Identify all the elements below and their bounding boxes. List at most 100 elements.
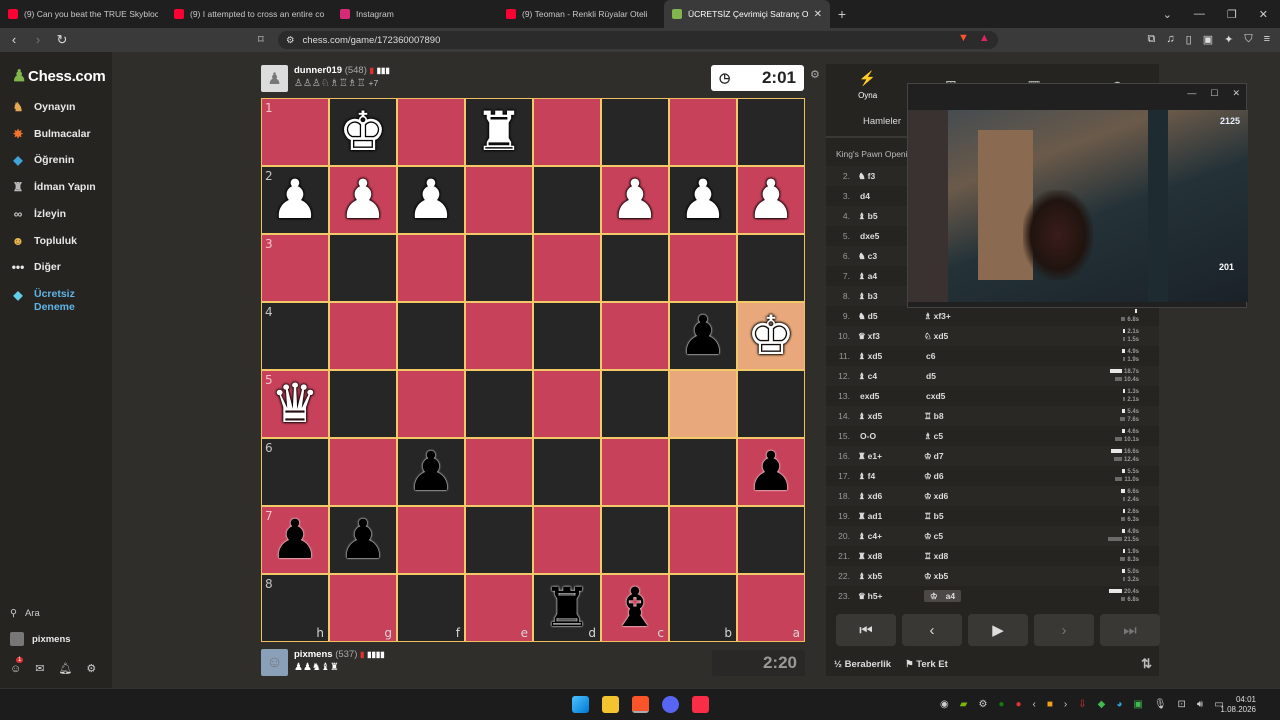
- browser-tab[interactable]: (9) I attempted to cross an entire co: [166, 0, 332, 28]
- chess-piece[interactable]: ♟: [679, 309, 727, 363]
- board-square[interactable]: [738, 235, 804, 301]
- board-square[interactable]: g: [330, 575, 396, 641]
- browser-tab[interactable]: ÜCRETSİZ Çevrimiçi Satranç Oyn ✕: [664, 0, 830, 28]
- board-square[interactable]: [330, 303, 396, 369]
- white-move[interactable]: ♜ e1+: [858, 451, 924, 462]
- network-icon[interactable]: ⊡: [1178, 699, 1186, 710]
- board-square[interactable]: [398, 235, 464, 301]
- top-player-name[interactable]: dunner019: [294, 65, 342, 76]
- microphone-icon[interactable]: 🎙︎: [1154, 699, 1167, 710]
- draw-button[interactable]: ½ Beraberlik: [834, 659, 891, 670]
- sidebar-search[interactable]: ⚲ Ara: [10, 608, 40, 619]
- reload-icon[interactable]: ↻: [52, 32, 72, 48]
- chess-piece[interactable]: ♟: [747, 173, 795, 227]
- chess-piece[interactable]: ♜: [543, 581, 591, 635]
- white-move[interactable]: ♝ xb5: [858, 571, 924, 582]
- white-move[interactable]: ♜ xd8: [858, 551, 924, 562]
- file-explorer-icon[interactable]: [602, 696, 619, 713]
- chess-piece[interactable]: ♟: [407, 445, 455, 499]
- media-icon[interactable]: ♫: [1166, 33, 1174, 46]
- minimize-icon[interactable]: —: [1187, 88, 1196, 98]
- board-square[interactable]: 4: [262, 303, 328, 369]
- brave-rewards-icon[interactable]: ▲: [979, 32, 990, 44]
- white-move[interactable]: ♞ d5: [858, 311, 924, 322]
- close-tab-icon[interactable]: ✕: [814, 9, 822, 20]
- sidebar-free-trial[interactable]: ◆ Ücretsiz Deneme: [10, 288, 74, 314]
- address-bar[interactable]: ⚙ chess.com/game/172360007890: [278, 31, 998, 49]
- chess-piece[interactable]: ♟: [679, 173, 727, 227]
- tray-app3-icon[interactable]: ◆: [1098, 699, 1106, 710]
- maximize-icon[interactable]: ☐: [1210, 88, 1218, 99]
- board-square[interactable]: [738, 371, 804, 437]
- board-square[interactable]: [602, 235, 668, 301]
- board-square[interactable]: e: [466, 575, 532, 641]
- sidebar-item-puzzles[interactable]: ✸ Bulmacalar: [10, 127, 91, 141]
- board-square[interactable]: [670, 235, 736, 301]
- sidebar-item-play[interactable]: ♞ Oynayın: [10, 100, 76, 114]
- sidebar-user[interactable]: pixmens: [10, 632, 71, 646]
- menu-icon[interactable]: ≡: [1264, 33, 1270, 46]
- white-move[interactable]: ♝ c4+: [858, 531, 924, 542]
- board-grid[interactable]: 1 ♚ ♜ 2 ♟ ♟ ♟ ♟ ♟ ♟ 3 4 ♟ ♚ 5 ♛ 6 ♟ ♟ 7 ♟ ♟ 8 h g f e d ♜ c ♝ b a: [262, 99, 804, 641]
- board-square[interactable]: [738, 507, 804, 573]
- board-square[interactable]: ♚: [738, 303, 804, 369]
- board-square[interactable]: [602, 507, 668, 573]
- chess-piece[interactable]: ♟: [611, 173, 659, 227]
- board-square[interactable]: [466, 167, 532, 233]
- board-settings-icon[interactable]: ⚙: [810, 68, 820, 81]
- black-move[interactable]: cxd5: [924, 391, 1044, 401]
- tray-download-icon[interactable]: ⇩: [1078, 699, 1086, 710]
- brave-shield-icon[interactable]: ▼: [958, 32, 969, 44]
- board-square[interactable]: ♚: [330, 99, 396, 165]
- browser-tab[interactable]: Instagram: [332, 0, 498, 28]
- board-square[interactable]: [534, 507, 600, 573]
- white-move[interactable]: ♜ ad1: [858, 511, 924, 522]
- volume-icon[interactable]: 🔊︎: [1197, 699, 1203, 710]
- white-move[interactable]: ♝ xd5: [858, 351, 924, 362]
- tab-search-icon[interactable]: ⌄: [1163, 8, 1172, 21]
- board-square[interactable]: [670, 439, 736, 505]
- board-square[interactable]: [738, 99, 804, 165]
- board-square[interactable]: [602, 99, 668, 165]
- board-square[interactable]: [466, 507, 532, 573]
- board-square[interactable]: [398, 303, 464, 369]
- sidebar-item-more[interactable]: ••• Diğer: [10, 260, 61, 274]
- board-square[interactable]: [534, 303, 600, 369]
- board-square[interactable]: 8h: [262, 575, 328, 641]
- last-move-button[interactable]: ⏭: [1100, 614, 1160, 646]
- close-icon[interactable]: ✕: [1232, 88, 1240, 99]
- music-app-icon[interactable]: [692, 696, 709, 713]
- settings-icon[interactable]: ⚙: [86, 662, 96, 675]
- first-move-button[interactable]: ⏮: [836, 614, 896, 646]
- white-move[interactable]: ♛ h5+: [858, 591, 924, 602]
- board-square[interactable]: [330, 371, 396, 437]
- sidebar-item-train[interactable]: ♜ İdman Yapın: [10, 180, 96, 194]
- white-move[interactable]: ♝ c4: [858, 371, 924, 382]
- windows-start-icon[interactable]: [572, 696, 589, 713]
- maximize-icon[interactable]: ❐: [1227, 8, 1237, 21]
- chess-piece[interactable]: ♟: [747, 445, 795, 499]
- tray-edge-icon[interactable]: ◕: [1116, 699, 1122, 710]
- black-move[interactable]: ♔ c5: [924, 531, 1044, 542]
- tray-app4-icon[interactable]: ▣: [1133, 699, 1142, 710]
- black-move[interactable]: ♘ xd5: [924, 331, 1044, 342]
- board-square[interactable]: [670, 99, 736, 165]
- browser-tab[interactable]: (9) Can you beat the TRUE Skyblock?: [0, 0, 166, 28]
- board-square[interactable]: [466, 439, 532, 505]
- board-square[interactable]: ♟: [398, 439, 464, 505]
- browser-tab[interactable]: (9) Teoman - Renkli Rüyalar Oteli: [498, 0, 664, 28]
- chess-piece[interactable]: ♜: [475, 105, 523, 159]
- tab-moves[interactable]: Hamleler: [863, 116, 901, 127]
- board-square[interactable]: [534, 167, 600, 233]
- white-move[interactable]: ♝ xd5: [858, 411, 924, 422]
- board-square[interactable]: [602, 371, 668, 437]
- chess-piece[interactable]: ♟: [339, 173, 387, 227]
- board-square[interactable]: c ♝: [602, 575, 668, 641]
- new-tab-button[interactable]: +: [830, 6, 854, 22]
- sidebar-item-community[interactable]: ☻ Topluluk: [10, 234, 77, 248]
- board-square[interactable]: [398, 371, 464, 437]
- tab-play[interactable]: ⚡ Oyna: [826, 64, 909, 106]
- board-square[interactable]: [398, 99, 464, 165]
- black-move[interactable]: ♔ xd6: [924, 491, 1044, 502]
- board-square[interactable]: ♟: [330, 507, 396, 573]
